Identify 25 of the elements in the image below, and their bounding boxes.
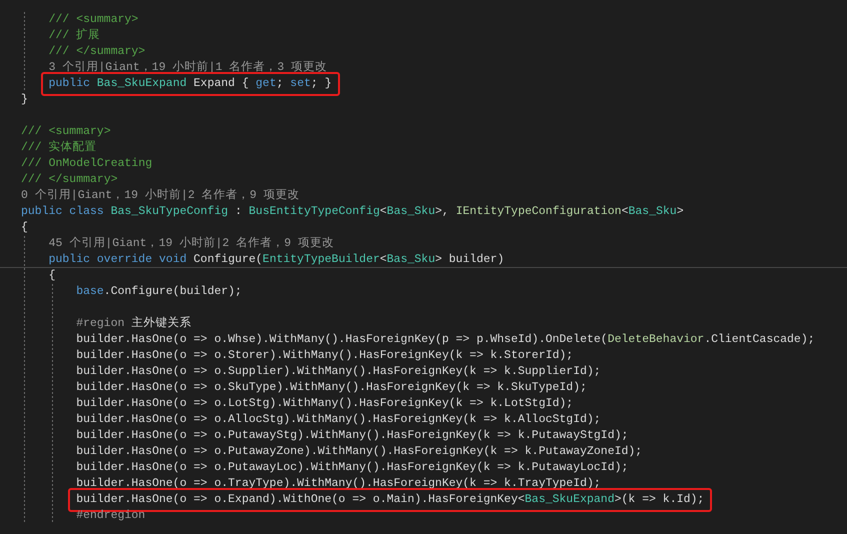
codelens-info: 0 个引用|Giant，19 小时前|2 名作者，9 项更改 [21, 188, 300, 204]
code-line: { [21, 220, 28, 236]
codelens-info: 45 个引用|Giant，19 小时前|2 名作者，9 项更改 [48, 236, 334, 252]
code-comment: /// </summary> [21, 172, 118, 188]
code-line: builder.HasOne(o => o.PutawayStg).WithMany().HasForeignKey(k => k.PutawayStgId); [76, 428, 628, 444]
code-comment: /// </summary> [48, 44, 146, 60]
code-line: public override void Configure(EntityTypeBuilder<Bas_Sku> builder) [48, 252, 504, 268]
code-line: builder.HasOne(o => o.Storer).WithMany().HasForeignKey(k => k.StorerId); [76, 348, 574, 364]
code-comment: /// <summary> [21, 124, 111, 140]
code-line: builder.HasOne(o => o.LotStg).WithMany().HasForeignKey(k => k.LotStgId); [76, 396, 574, 412]
code-line: public class Bas_SkuTypeConfig : BusEntityTypeConfig<Bas_Sku>, IEntityTypeConfiguration<Bas_Sku> [21, 204, 684, 220]
code-line: builder.HasOne(o => o.SkuType).WithMany().HasForeignKey(k => k.SkuTypeId); [76, 380, 587, 396]
code-line: } [21, 92, 28, 108]
code-line: builder.HasOne(o => o.AllocStg).WithMany().HasForeignKey(k => k.AllocStgId); [76, 412, 601, 428]
code-comment: /// 实体配置 [21, 140, 97, 156]
code-comment: /// OnModelCreating [21, 156, 152, 172]
code-comment: /// <summary> [48, 12, 138, 28]
code-line: #region 主外键关系 [76, 316, 192, 332]
code-line: builder.HasOne(o => o.Whse).WithMany().HasForeignKey(p => p.WhseId).OnDelete(DeleteBehavior.ClientCascade); [76, 332, 815, 348]
code-line: builder.HasOne(o => o.PutawayLoc).WithMany().HasForeignKey(k => k.PutawayLocId); [76, 460, 628, 476]
code-line: builder.HasOne(o => o.PutawayZone).WithMany().HasForeignKey(k => k.PutawayZoneId); [76, 444, 642, 460]
code-line: { [48, 268, 56, 284]
code-line: base.Configure(builder); [76, 284, 242, 300]
code-comment: /// 扩展 [48, 28, 100, 44]
code-line: builder.HasOne(o => o.Supplier).WithMany().HasForeignKey(k => k.SupplierId); [76, 364, 601, 380]
